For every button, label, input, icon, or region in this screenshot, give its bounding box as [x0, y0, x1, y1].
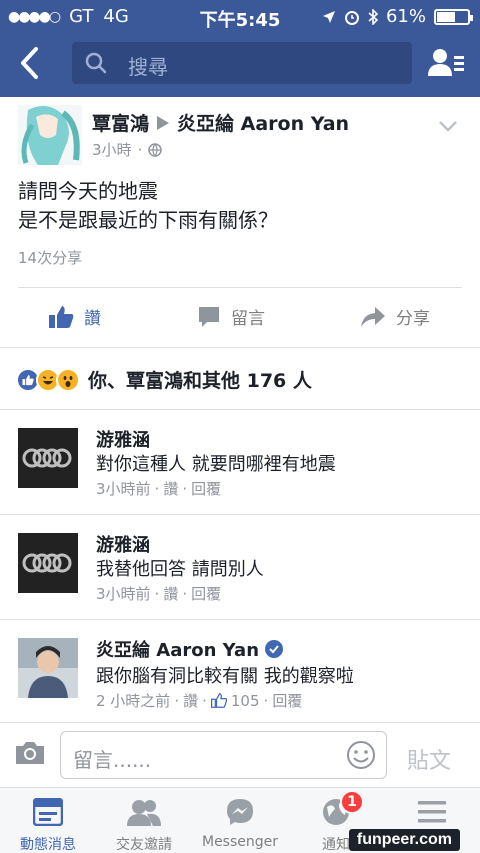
comment-text: 跟你腦有洞比較有關 我的觀察啦 — [96, 666, 354, 687]
wow-reaction-icon — [56, 367, 80, 392]
person-list-icon — [428, 49, 464, 76]
post-header: 覃富鴻 炎亞綸 Aaron Yan — [92, 109, 349, 136]
messenger-icon — [227, 799, 253, 825]
share-label: 分享 — [396, 309, 430, 329]
comment-time[interactable]: 3小時前 — [96, 478, 151, 499]
meta-separator: · — [182, 584, 188, 603]
alarm-icon — [344, 10, 359, 25]
comment-item: 游雅涵 對你這種人 就要問哪裡有地震 3小時前 · 讚 · 回覆 — [0, 410, 480, 510]
bluetooth-icon — [368, 8, 378, 25]
poster-avatar[interactable] — [18, 105, 82, 165]
battery-icon — [434, 8, 473, 25]
verified-badge-icon — [265, 640, 284, 658]
commenter-avatar[interactable] — [18, 428, 78, 488]
post-comment-button[interactable]: 貼文 — [407, 743, 451, 775]
comment-meta: 3小時前 · 讚 · 回覆 — [96, 583, 221, 604]
comment-like-link[interactable]: 讚 — [163, 583, 178, 604]
commenter-name[interactable]: 游雅涵 — [96, 531, 150, 557]
post-actions: 讚 留言 分享 — [0, 292, 480, 342]
friend-list-button[interactable] — [428, 48, 464, 82]
meta-separator: · — [174, 691, 180, 710]
comment-item: 游雅涵 我替他回答 請問別人 3小時前 · 讚 · 回覆 — [0, 515, 480, 615]
camera-button[interactable] — [14, 740, 46, 770]
top-bar: ●●●●○ GT 4G 下午5:45 61% 搜尋 — [0, 0, 480, 97]
like-button[interactable]: 讚 — [48, 304, 101, 329]
tab-messenger[interactable]: Messenger — [192, 796, 288, 850]
commenter-avatar[interactable] — [18, 638, 78, 698]
commenter-avatar[interactable] — [18, 533, 78, 593]
comment-item: 炎亞綸 Aaron Yan 跟你腦有洞比較有關 我的觀察啦 2 小時之前 · 讚… — [0, 620, 480, 720]
chevron-down-icon — [439, 121, 457, 132]
divider — [18, 287, 462, 288]
news-feed-icon — [33, 798, 63, 826]
tab-label: 動態消息 — [20, 837, 76, 853]
post-meta: 3小時 · — [92, 139, 163, 160]
tab-label: Messenger — [201, 834, 279, 850]
meta-separator: · — [263, 691, 269, 710]
comment-reply-link[interactable]: 回覆 — [191, 478, 221, 499]
thumbs-up-icon — [49, 305, 74, 328]
comment-bubble-icon — [199, 306, 219, 327]
commenter-name-row: 炎亞綸 Aaron Yan — [96, 636, 284, 662]
friends-icon — [127, 800, 161, 826]
tab-label: 交友邀請 — [116, 837, 172, 853]
reactions-summary[interactable]: 你、覃富鴻和其他 176 人 — [16, 366, 312, 393]
comment-like-link[interactable]: 讚 — [183, 690, 198, 711]
triangle-right-icon — [157, 115, 170, 130]
post-options-button[interactable] — [438, 117, 458, 136]
comment-reply-link[interactable]: 回覆 — [272, 690, 302, 711]
thumbs-up-icon — [210, 693, 227, 708]
emoji-icon[interactable] — [346, 740, 376, 770]
notification-badge: 1 — [340, 790, 364, 814]
comment-placeholder: 留言...... — [73, 748, 152, 772]
share-count[interactable]: 14次分享 — [18, 247, 82, 268]
tab-friend-requests[interactable]: 交友邀請 — [96, 796, 192, 853]
commenter-name[interactable]: 炎亞綸 Aaron Yan — [96, 636, 259, 662]
camera-icon — [16, 742, 44, 764]
post-recipient[interactable]: 炎亞綸 Aaron Yan — [177, 109, 349, 136]
comment-meta: 3小時前 · 讚 · 回覆 — [96, 478, 221, 499]
meta-separator: · — [154, 479, 160, 498]
share-button[interactable]: 分享 — [360, 304, 430, 329]
like-label: 讚 — [84, 309, 101, 329]
comment-meta: 2 小時之前 · 讚 · 105 · 回覆 — [96, 690, 302, 711]
meta-separator: · — [182, 479, 188, 498]
comment-input[interactable]: 留言...... — [60, 731, 387, 779]
hamburger-menu-icon — [418, 801, 446, 823]
back-button[interactable] — [18, 46, 40, 86]
chevron-left-icon — [21, 47, 38, 79]
post-time[interactable]: 3小時 — [92, 139, 132, 160]
search-bar[interactable]: 搜尋 — [72, 42, 412, 84]
watermark: funpeer.com — [348, 829, 460, 851]
comment-like-count[interactable]: 105 — [231, 692, 260, 710]
comment-time[interactable]: 2 小時之前 — [96, 690, 170, 711]
comment-text: 對你這種人 就要問哪裡有地震 — [96, 454, 336, 475]
meta-separator: · — [202, 691, 207, 710]
navigation-bar: 搜尋 — [0, 36, 480, 92]
post-author[interactable]: 覃富鴻 — [92, 109, 149, 136]
reactions-text: 你、覃富鴻和其他 176 人 — [88, 370, 312, 392]
meta-separator: · — [137, 140, 143, 159]
comment-like-link[interactable]: 讚 — [163, 478, 178, 499]
globe-icon — [148, 142, 163, 157]
location-arrow-icon — [322, 10, 335, 23]
comment-label: 留言 — [231, 309, 265, 329]
share-arrow-icon — [361, 306, 385, 327]
commenter-name[interactable]: 游雅涵 — [96, 426, 150, 452]
comment-button[interactable]: 留言 — [197, 304, 265, 329]
post-text-line-1: 請問今天的地震 — [18, 179, 158, 203]
comment-reply-link[interactable]: 回覆 — [191, 583, 221, 604]
search-placeholder: 搜尋 — [128, 55, 168, 79]
comment-time[interactable]: 3小時前 — [96, 583, 151, 604]
divider — [0, 347, 480, 348]
post-text-line-2: 是不是跟最近的下雨有關係？ — [18, 208, 278, 232]
tab-news-feed[interactable]: 動態消息 — [0, 796, 96, 853]
meta-separator: · — [154, 584, 160, 603]
comment-text: 我替他回答 請問別人 — [96, 559, 264, 580]
battery-percent: 61% — [385, 6, 426, 27]
search-icon — [85, 52, 107, 74]
comment-composer: 留言...... 貼文 — [0, 722, 480, 786]
status-bar: ●●●●○ GT 4G 下午5:45 61% — [0, 0, 480, 33]
post-body: 請問今天的地震 是不是跟最近的下雨有關係？ — [18, 177, 278, 235]
